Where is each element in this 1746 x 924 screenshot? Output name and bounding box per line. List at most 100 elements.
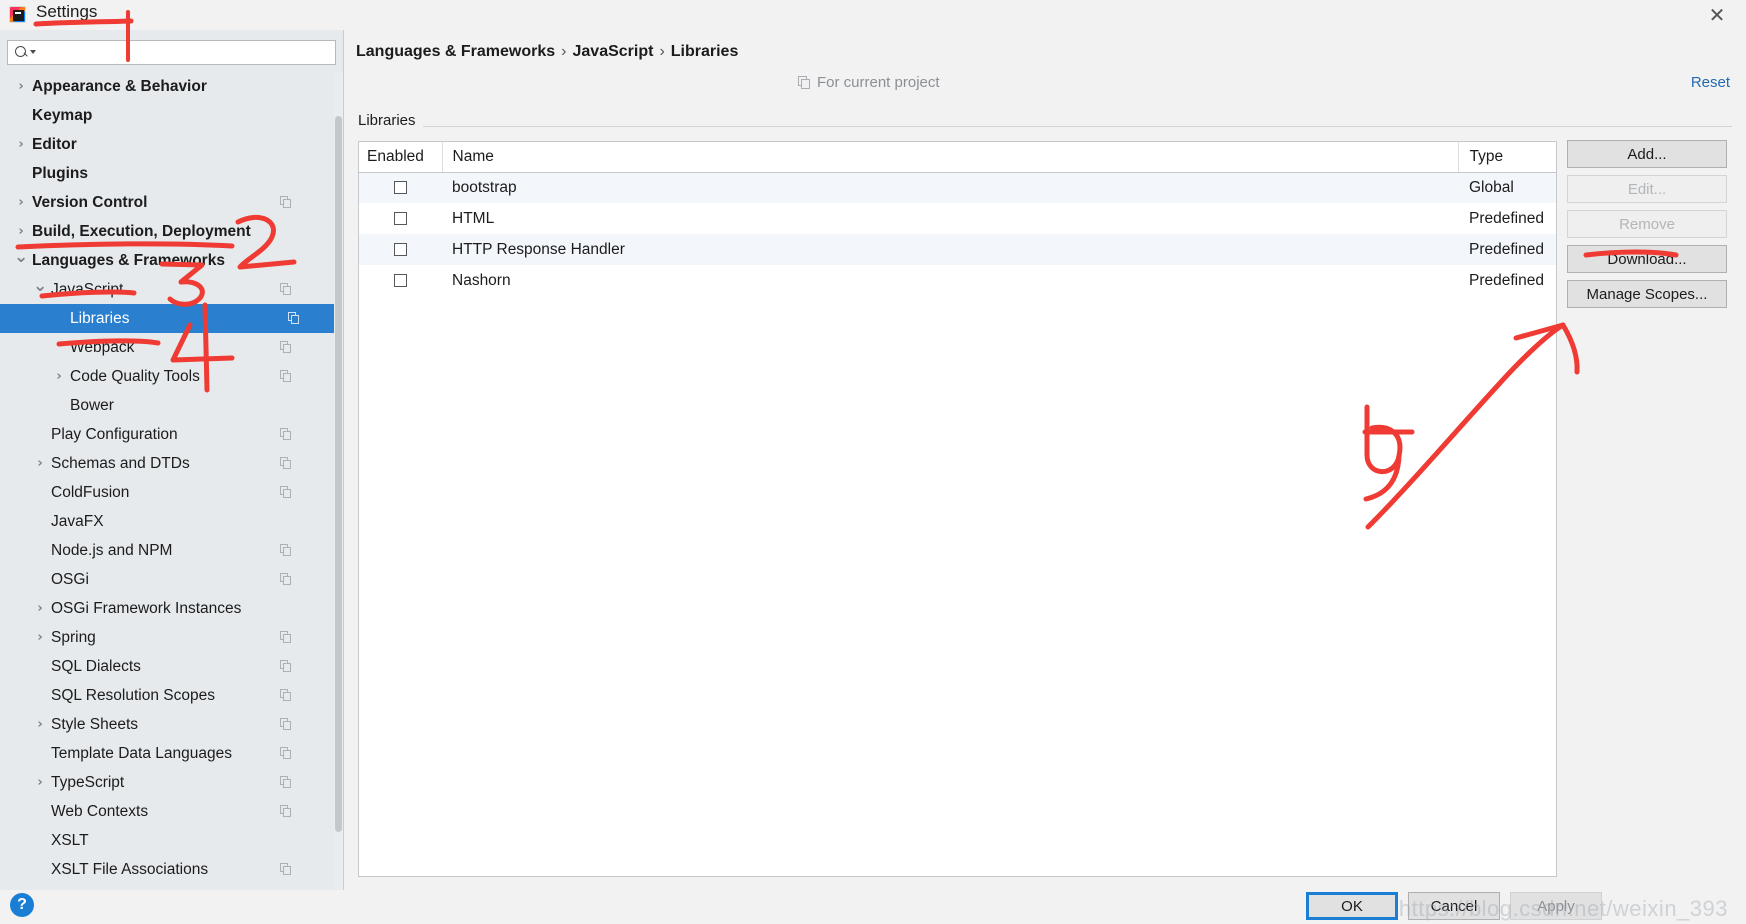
copy-settings-icon[interactable] <box>280 457 292 470</box>
copy-settings-icon[interactable] <box>280 631 292 644</box>
copy-settings-icon[interactable] <box>280 486 292 499</box>
cell-name[interactable]: bootstrap <box>442 172 1458 203</box>
copy-settings-icon[interactable] <box>280 370 292 383</box>
ok-button[interactable]: OK <box>1306 892 1398 920</box>
chevron-right-icon[interactable]: › <box>14 130 28 159</box>
sidebar-item-spring[interactable]: › Spring <box>0 623 336 652</box>
copy-settings-icon[interactable] <box>280 544 292 557</box>
help-question-icon[interactable]: ? <box>10 893 34 917</box>
sidebar-item-label: JavaFX <box>51 513 104 530</box>
add-button[interactable]: Add... <box>1567 140 1727 168</box>
sidebar-item-schemas-and-dtds[interactable]: › Schemas and DTDs <box>0 449 336 478</box>
cell-name[interactable]: Nashorn <box>442 265 1458 296</box>
cell-enabled[interactable] <box>359 172 442 203</box>
sidebar-item-play-configuration[interactable]: Play Configuration <box>0 420 336 449</box>
enabled-checkbox[interactable] <box>394 273 407 287</box>
chevron-down-icon[interactable]: ⌄ <box>33 275 47 304</box>
chevron-right-icon[interactable]: › <box>33 594 47 623</box>
copy-settings-icon[interactable] <box>280 660 292 673</box>
sidebar-item-coldfusion[interactable]: ColdFusion <box>0 478 336 507</box>
sidebar-item-web-contexts[interactable]: Web Contexts <box>0 797 336 826</box>
cell-enabled[interactable] <box>359 203 442 234</box>
sidebar-item-plugins[interactable]: Plugins <box>0 159 336 188</box>
enabled-checkbox[interactable] <box>394 211 407 225</box>
apply-button[interactable]: Apply <box>1510 892 1602 920</box>
sidebar-item-version-control[interactable]: › Version Control <box>0 188 336 217</box>
table-row[interactable]: HTTP Response Handler Predefined <box>359 234 1556 265</box>
download-button[interactable]: Download... <box>1567 245 1727 273</box>
chevron-right-icon[interactable]: › <box>52 362 66 391</box>
sidebar-item-appearance-behavior[interactable]: › Appearance & Behavior <box>0 72 336 101</box>
reset-link[interactable]: Reset <box>1691 74 1730 91</box>
sidebar-item-osgi[interactable]: OSGi <box>0 565 336 594</box>
column-header-name[interactable]: Name <box>442 142 1458 173</box>
copy-settings-icon[interactable] <box>280 776 292 789</box>
sidebar-item-sql-dialects[interactable]: SQL Dialects <box>0 652 336 681</box>
sidebar-item-code-quality-tools[interactable]: › Code Quality Tools <box>0 362 336 391</box>
cell-enabled[interactable] <box>359 265 442 296</box>
copy-settings-icon[interactable] <box>280 747 292 760</box>
sidebar-item-javascript[interactable]: ⌄ JavaScript <box>0 275 336 304</box>
sidebar-item-template-data-languages[interactable]: Template Data Languages <box>0 739 336 768</box>
table-row[interactable]: HTML Predefined <box>359 203 1556 234</box>
cancel-button[interactable]: Cancel <box>1408 892 1500 920</box>
chevron-right-icon[interactable]: › <box>33 449 47 478</box>
sidebar-item-editor[interactable]: › Editor <box>0 130 336 159</box>
chevron-right-icon[interactable]: › <box>14 217 28 246</box>
chevron-right-icon[interactable]: › <box>14 188 28 217</box>
breadcrumb-item[interactable]: Libraries <box>671 43 739 60</box>
sidebar-item-javafx[interactable]: JavaFX <box>0 507 336 536</box>
copy-settings-icon[interactable] <box>280 718 292 731</box>
manage-scopes-button[interactable]: Manage Scopes... <box>1567 280 1727 308</box>
cell-name[interactable]: HTML <box>442 203 1458 234</box>
sidebar-item-xslt[interactable]: XSLT <box>0 826 336 855</box>
breadcrumb-item[interactable]: JavaScript <box>573 43 654 60</box>
sidebar-item-label: Appearance & Behavior <box>32 78 207 95</box>
cell-enabled[interactable] <box>359 234 442 265</box>
column-header-enabled[interactable]: Enabled <box>359 142 443 173</box>
sidebar-item-sql-resolution-scopes[interactable]: SQL Resolution Scopes <box>0 681 336 710</box>
cell-name[interactable]: HTTP Response Handler <box>442 234 1458 265</box>
copy-settings-icon[interactable] <box>280 573 292 586</box>
close-icon[interactable]: ✕ <box>1704 2 1730 28</box>
chevron-right-icon[interactable]: › <box>14 72 28 101</box>
enabled-checkbox[interactable] <box>394 181 407 195</box>
chevron-right-icon[interactable]: › <box>33 623 47 652</box>
sidebar-item-build-execution-deployment[interactable]: › Build, Execution, Deployment <box>0 217 336 246</box>
sidebar-item-bower[interactable]: Bower <box>0 391 336 420</box>
table-row[interactable]: Nashorn Predefined <box>359 265 1556 296</box>
chevron-right-icon[interactable]: › <box>33 768 47 797</box>
copy-settings-icon[interactable] <box>280 283 292 296</box>
copy-settings-icon[interactable] <box>280 863 292 876</box>
copy-settings-icon[interactable] <box>280 689 292 702</box>
breadcrumb-item[interactable]: Languages & Frameworks <box>356 43 555 60</box>
table-row[interactable]: bootstrap Global <box>359 172 1556 203</box>
enabled-checkbox[interactable] <box>394 242 407 256</box>
sidebar-item-style-sheets[interactable]: › Style Sheets <box>0 710 336 739</box>
settings-tree[interactable]: › Appearance & Behavior Keymap › Editor Plugi… <box>0 72 336 890</box>
copy-settings-icon[interactable] <box>280 196 292 209</box>
column-header-type[interactable]: Type <box>1457 142 1556 173</box>
copy-settings-icon[interactable] <box>280 805 292 818</box>
copy-settings-icon[interactable] <box>288 312 300 325</box>
sidebar-scrollbar-track[interactable] <box>334 72 343 890</box>
sidebar-item-webpack[interactable]: Webpack <box>0 333 336 362</box>
copy-settings-icon[interactable] <box>280 341 292 354</box>
copy-settings-icon[interactable] <box>280 428 292 441</box>
sidebar-item-label: Template Data Languages <box>51 745 232 762</box>
chevron-right-icon[interactable]: › <box>33 710 47 739</box>
sidebar-item-languages-frameworks[interactable]: ⌄ Languages & Frameworks <box>0 246 336 275</box>
chevron-down-icon[interactable]: ⌄ <box>14 246 28 275</box>
sidebar-item-osgi-framework-instances[interactable]: › OSGi Framework Instances <box>0 594 336 623</box>
sidebar-item-libraries[interactable]: Libraries <box>0 304 336 333</box>
copy-scope-icon <box>798 76 811 89</box>
search-input[interactable] <box>34 42 335 63</box>
sidebar-item-keymap[interactable]: Keymap <box>0 101 336 130</box>
breadcrumb-separator: › <box>659 43 665 60</box>
sidebar-item-typescript[interactable]: › TypeScript <box>0 768 336 797</box>
sidebar-item-node-js-and-npm[interactable]: Node.js and NPM <box>0 536 336 565</box>
sidebar-item-xslt-file-associations[interactable]: XSLT File Associations <box>0 855 336 884</box>
search-box[interactable] <box>7 40 336 65</box>
sidebar-item-label: Code Quality Tools <box>70 368 200 385</box>
sidebar-scrollbar-thumb[interactable] <box>335 116 342 832</box>
